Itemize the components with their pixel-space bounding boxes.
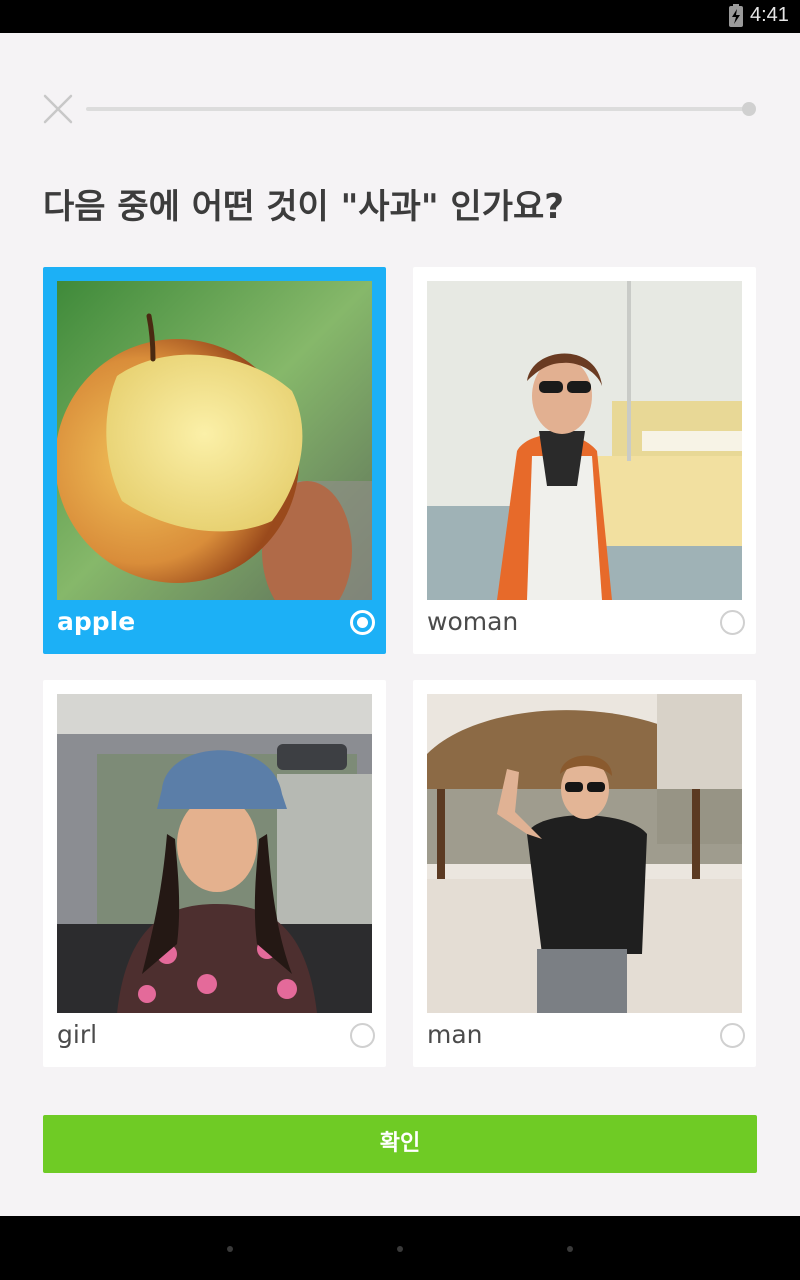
option-card-woman[interactable]: woman <box>413 267 756 654</box>
nav-home-icon[interactable] <box>397 1246 403 1252</box>
status-time: 4:41 <box>750 4 789 26</box>
option-label: apple <box>57 607 136 636</box>
option-radio[interactable] <box>350 610 375 635</box>
lesson-screen: 다음 중에 어떤 것이 "사과" 인가요? apple woman girl m… <box>0 33 800 1216</box>
check-button[interactable]: 확인 <box>43 1115 757 1173</box>
option-card-girl[interactable]: girl <box>43 680 386 1067</box>
man-photo <box>427 694 742 1013</box>
woman-photo <box>427 281 742 600</box>
status-bar: 4:41 <box>0 0 800 33</box>
system-nav-bar <box>0 1216 800 1280</box>
option-label: girl <box>57 1020 98 1049</box>
progress-end-marker <box>742 102 756 116</box>
nav-recents-icon[interactable] <box>567 1246 573 1252</box>
option-radio[interactable] <box>720 1023 745 1048</box>
option-label: woman <box>427 607 519 636</box>
option-label: man <box>427 1020 483 1049</box>
question-prompt: 다음 중에 어떤 것이 "사과" 인가요? <box>43 187 564 227</box>
apple-photo <box>57 281 372 600</box>
option-radio[interactable] <box>720 610 745 635</box>
battery-charging-icon <box>729 4 743 27</box>
nav-back-icon[interactable] <box>227 1246 233 1252</box>
progress-bar <box>86 107 746 111</box>
close-icon <box>43 94 73 124</box>
girl-photo <box>57 694 372 1013</box>
close-button[interactable] <box>42 93 74 125</box>
option-radio[interactable] <box>350 1023 375 1048</box>
option-card-apple[interactable]: apple <box>43 267 386 654</box>
option-card-man[interactable]: man <box>413 680 756 1067</box>
